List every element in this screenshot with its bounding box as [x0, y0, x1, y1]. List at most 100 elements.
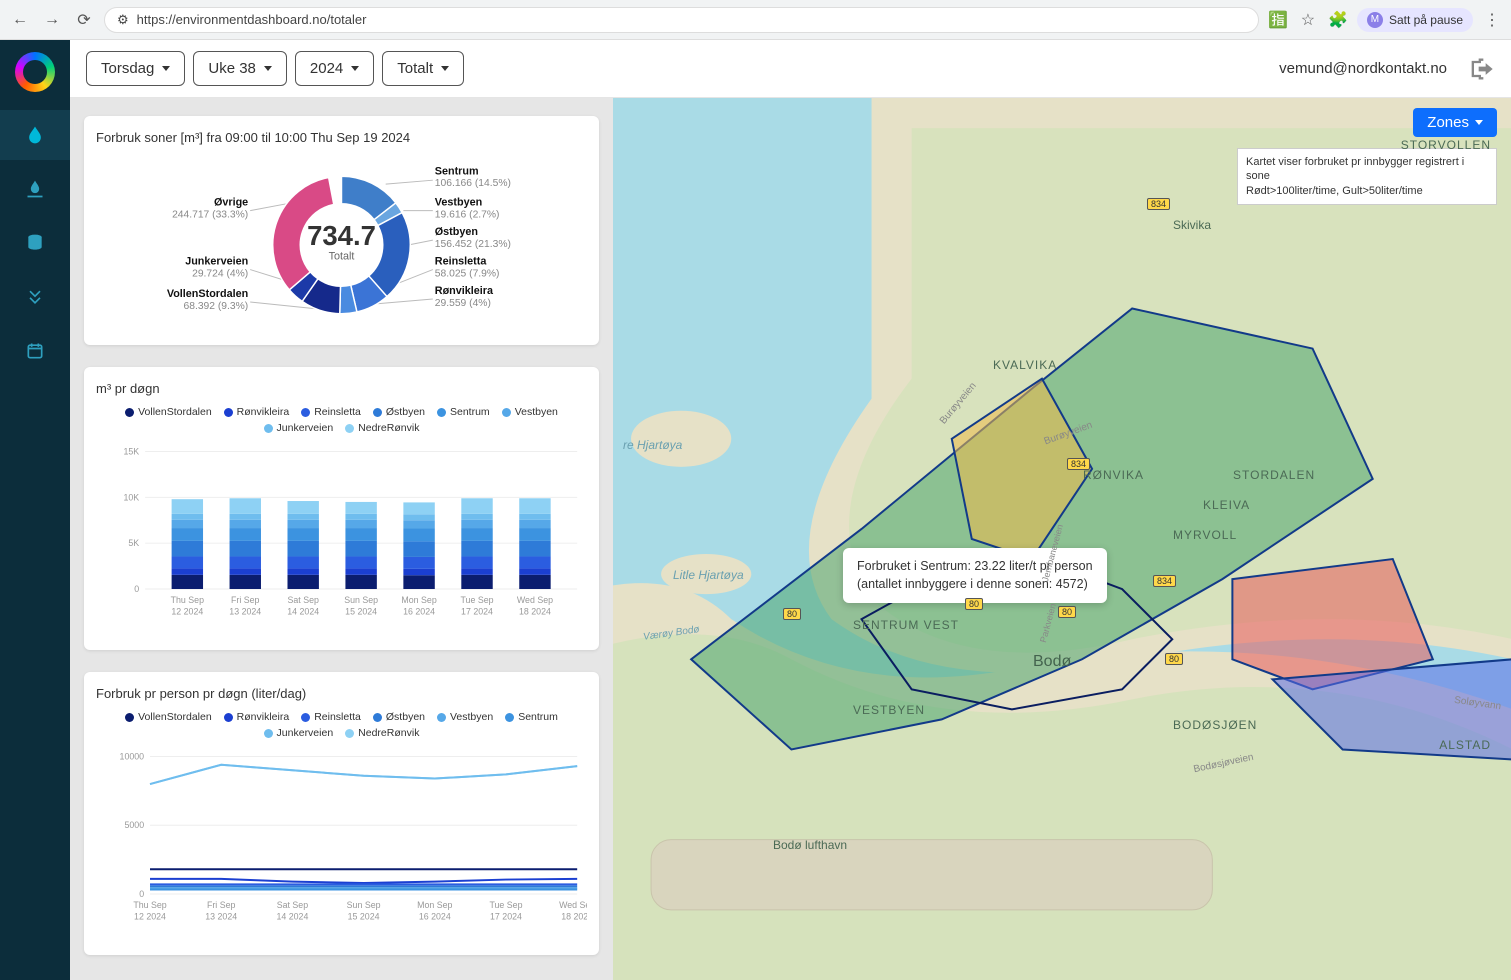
bar-card: m³ pr døgn VollenStordalenRønvikleiraRei…: [84, 367, 599, 650]
svg-text:Thu Sep: Thu Sep: [171, 595, 204, 605]
svg-text:68.392 (9.3%): 68.392 (9.3%): [184, 301, 249, 312]
sidebar: [0, 40, 70, 980]
bar-title: m³ pr døgn: [96, 381, 587, 396]
map-svg: [613, 98, 1511, 980]
road-badge-834b: 834: [1147, 198, 1170, 210]
road-badge-80c: 80: [1058, 606, 1076, 618]
svg-text:0: 0: [134, 584, 139, 594]
svg-text:13 2024: 13 2024: [229, 607, 261, 617]
url-text: https://environmentdashboard.no/totaler: [137, 12, 367, 27]
svg-text:5K: 5K: [128, 538, 139, 548]
road-badge-834a: 834: [1067, 458, 1090, 470]
line-title: Forbruk pr person pr døgn (liter/dag): [96, 686, 587, 701]
svg-text:5000: 5000: [124, 820, 144, 830]
sidebar-item-database[interactable]: [0, 218, 70, 268]
top-toolbar: Torsdag Uke 38 2024 Totalt vemund@nordko…: [70, 40, 1511, 98]
svg-text:Fri Sep: Fri Sep: [231, 595, 260, 605]
day-dropdown[interactable]: Torsdag: [86, 51, 185, 86]
road-badge-80b: 80: [965, 598, 983, 610]
sidebar-item-expand[interactable]: [0, 272, 70, 322]
bar-legend: VollenStordalenRønvikleiraReinslettaØstb…: [96, 406, 587, 434]
svg-text:15 2024: 15 2024: [345, 607, 377, 617]
svg-text:Sat Sep: Sat Sep: [277, 900, 309, 910]
translate-icon[interactable]: 🈯: [1267, 9, 1289, 31]
donut-chart: Øvrige 244.717 (33.3%) Junkerveien 29.72…: [96, 155, 587, 335]
svg-text:Tue Sep: Tue Sep: [489, 900, 522, 910]
address-bar[interactable]: ⚙ https://environmentdashboard.no/totale…: [104, 7, 1259, 33]
user-email: vemund@nordkontakt.no: [1279, 60, 1447, 77]
svg-text:10K: 10K: [123, 492, 139, 502]
svg-text:18 2024: 18 2024: [519, 607, 551, 617]
profile-avatar: M: [1367, 12, 1383, 28]
svg-text:29.724 (4%): 29.724 (4%): [192, 268, 248, 279]
svg-text:17 2024: 17 2024: [490, 912, 522, 922]
svg-text:Thu Sep: Thu Sep: [133, 900, 166, 910]
line-chart: 0 5000 10000 Thu Sep 12 2024 Fri Sep 13 2024 S…: [96, 745, 587, 935]
svg-text:Sat Sep: Sat Sep: [287, 595, 319, 605]
site-info-icon[interactable]: ⚙: [117, 12, 129, 28]
sidebar-item-calendar[interactable]: [0, 326, 70, 376]
forward-button[interactable]: →: [40, 8, 64, 32]
svg-text:13 2024: 13 2024: [205, 912, 237, 922]
line-legend: VollenStordalenRønvikleiraReinslettaØstb…: [96, 711, 587, 739]
svg-text:12 2024: 12 2024: [171, 607, 203, 617]
svg-text:10000: 10000: [120, 751, 145, 761]
svg-text:734.7: 734.7: [307, 220, 376, 251]
chevrons-down-icon: [25, 287, 45, 307]
sidebar-item-leak[interactable]: [0, 164, 70, 214]
map-legend-note: Kartet viser forbruket pr innbygger regi…: [1237, 148, 1497, 205]
app-logo[interactable]: [15, 52, 55, 92]
svg-text:106.166 (14.5%): 106.166 (14.5%): [435, 178, 511, 189]
zones-dropdown[interactable]: Zones: [1413, 108, 1497, 137]
week-dropdown[interactable]: Uke 38: [193, 51, 287, 86]
chrome-menu-icon[interactable]: ⋮: [1481, 9, 1503, 31]
year-dropdown[interactable]: 2024: [295, 51, 374, 86]
donut-card: Forbruk soner [m³] fra 09:00 til 10:00 T…: [84, 116, 599, 345]
svg-text:Totalt: Totalt: [329, 251, 355, 263]
road-badge-834c: 834: [1153, 575, 1176, 587]
scope-dropdown[interactable]: Totalt: [382, 51, 464, 86]
svg-text:15K: 15K: [123, 446, 139, 456]
svg-text:Sun Sep: Sun Sep: [344, 595, 378, 605]
svg-text:58.025 (7.9%): 58.025 (7.9%): [435, 268, 500, 279]
svg-text:Wed Sep: Wed Sep: [517, 595, 553, 605]
svg-text:14 2024: 14 2024: [287, 607, 319, 617]
svg-text:Sentrum: Sentrum: [435, 165, 479, 177]
svg-text:15 2024: 15 2024: [348, 912, 380, 922]
svg-text:Wed Sep: Wed Sep: [559, 900, 587, 910]
svg-text:Mon Sep: Mon Sep: [401, 595, 436, 605]
browser-chrome: ← → ⟳ ⚙ https://environmentdashboard.no/…: [0, 0, 1511, 40]
svg-text:Mon Sep: Mon Sep: [417, 900, 452, 910]
charts-panel[interactable]: Forbruk soner [m³] fra 09:00 til 10:00 T…: [70, 98, 613, 980]
svg-text:Tue Sep: Tue Sep: [460, 595, 493, 605]
calendar-icon: [25, 341, 45, 361]
extensions-icon[interactable]: 🧩: [1327, 9, 1349, 31]
svg-text:29.559 (4%): 29.559 (4%): [435, 298, 491, 309]
line-card: Forbruk pr person pr døgn (liter/dag) Vo…: [84, 672, 599, 955]
water-drop-icon: [25, 125, 45, 145]
back-button[interactable]: ←: [8, 8, 32, 32]
svg-text:0: 0: [139, 889, 144, 899]
database-icon: [25, 233, 45, 253]
svg-text:14 2024: 14 2024: [276, 912, 308, 922]
profile-label: Satt på pause: [1389, 13, 1463, 27]
svg-text:12 2024: 12 2024: [134, 912, 166, 922]
svg-text:Vestbyen: Vestbyen: [435, 197, 482, 209]
map-tooltip: Forbruket i Sentrum: 23.22 liter/t pr pe…: [843, 548, 1107, 603]
svg-text:156.452 (21.3%): 156.452 (21.3%): [435, 239, 511, 250]
road-badge-80d: 80: [1165, 653, 1183, 665]
reload-button[interactable]: ⟳: [72, 8, 96, 32]
donut-title: Forbruk soner [m³] fra 09:00 til 10:00 T…: [96, 130, 587, 145]
profile-pill[interactable]: M Satt på pause: [1357, 8, 1473, 32]
svg-text:Fri Sep: Fri Sep: [207, 900, 236, 910]
map[interactable]: Zones Kartet viser forbruket pr innbygge…: [613, 98, 1511, 980]
svg-text:Reinsletta: Reinsletta: [435, 256, 488, 268]
bookmark-icon[interactable]: ☆: [1297, 9, 1319, 31]
svg-text:16 2024: 16 2024: [403, 607, 435, 617]
sidebar-item-water[interactable]: [0, 110, 70, 160]
svg-text:244.717 (33.3%): 244.717 (33.3%): [172, 210, 248, 221]
svg-text:16 2024: 16 2024: [419, 912, 451, 922]
svg-text:VollenStordalen: VollenStordalen: [167, 288, 248, 300]
svg-text:19.616 (2.7%): 19.616 (2.7%): [435, 210, 500, 221]
logout-icon[interactable]: [1467, 55, 1495, 83]
